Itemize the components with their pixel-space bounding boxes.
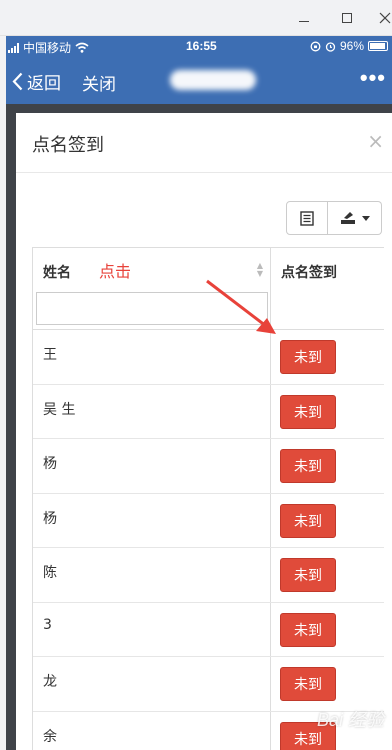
close-icon: [379, 12, 391, 24]
student-name: 陈: [33, 548, 271, 602]
roll-call-table: 姓名 ▲ ▼ 点名签到 王 未到 吴 生 未到 杨 未到 杨 未到 陈 未到 3…: [32, 247, 384, 750]
export-icon: [340, 212, 355, 224]
sign-cell: 未到: [271, 385, 385, 439]
back-label: 返回: [27, 74, 61, 93]
alarm-icon: [325, 41, 336, 52]
rotation-lock-icon: [310, 41, 321, 51]
close-link[interactable]: 关闭: [82, 70, 116, 95]
modal-header: 点名签到 ×: [16, 113, 392, 173]
toggle-view-button[interactable]: [286, 201, 328, 235]
name-column-header[interactable]: 姓名 ▲ ▼: [33, 248, 271, 330]
student-name: 杨: [33, 493, 271, 547]
status-left: 中国移动: [8, 39, 89, 56]
annotation-label: 点击: [99, 262, 132, 281]
student-name: 3: [33, 602, 271, 656]
table-row: 陈 未到: [33, 548, 384, 603]
more-menu-button[interactable]: •••: [360, 65, 386, 91]
window-titlebar: [0, 0, 392, 36]
window-close-button[interactable]: [372, 8, 392, 28]
sign-cell: 未到: [271, 439, 385, 493]
sign-cell: 未到: [271, 330, 385, 384]
export-button[interactable]: [328, 201, 382, 235]
sign-cell: 未到: [271, 494, 385, 548]
absent-button[interactable]: 未到: [280, 503, 336, 538]
absent-button[interactable]: 未到: [280, 612, 336, 647]
student-name: 王: [33, 330, 271, 384]
chevron-left-icon: [12, 72, 23, 91]
table-row: 龙 未到: [33, 657, 384, 712]
student-name: 龙: [33, 657, 271, 711]
clock: 16:55: [186, 39, 217, 53]
carrier-label: 中国移动: [23, 41, 72, 55]
page-title-redacted: [170, 70, 256, 90]
minimize-button[interactable]: [291, 8, 317, 28]
absent-button[interactable]: 未到: [280, 449, 336, 483]
signal-icon: [8, 42, 19, 53]
name-filter-input[interactable]: [36, 292, 268, 325]
table-row: 杨 未到: [33, 493, 385, 548]
name-column-label: 姓名: [43, 265, 71, 281]
absent-button[interactable]: 未到: [280, 340, 336, 374]
sort-icon[interactable]: ▲ ▼: [256, 262, 264, 278]
table-header: 姓名 ▲ ▼ 点名签到: [33, 248, 384, 330]
battery-icon: [368, 41, 388, 51]
sign-cell: 未到: [271, 548, 385, 602]
student-name: 吴 生: [33, 384, 271, 438]
minimize-icon: [299, 20, 309, 22]
chevron-down-icon: [361, 215, 370, 221]
back-button[interactable]: 返回: [12, 69, 61, 94]
modal-close-button[interactable]: ×: [367, 129, 384, 153]
nav-bar: 返回 关闭 •••: [6, 57, 392, 104]
phone-screen: 中国移动 16:55 96% 返回 关闭 ••• 点名签到 × 姓名 ▲ ▼ 点…: [6, 36, 392, 750]
table-toolbar: [286, 201, 382, 235]
student-name: 杨: [33, 439, 271, 493]
sign-cell: 未到: [271, 657, 385, 711]
sign-column-header: 点名签到: [271, 248, 385, 330]
student-name: 余: [33, 711, 271, 750]
watermark: Bai 经验: [316, 710, 384, 730]
modal-title: 点名签到: [32, 135, 104, 156]
wifi-icon: [75, 42, 89, 53]
maximize-button[interactable]: [334, 8, 360, 28]
sign-in-modal: 点名签到 × 姓名 ▲ ▼ 点名签到 王 未到 吴 生 未到 杨 未到 杨 未到…: [16, 113, 392, 750]
battery-percent: 96%: [339, 39, 364, 53]
absent-button[interactable]: 未到: [280, 558, 336, 592]
table-row: 3 未到: [33, 602, 385, 657]
status-bar: 中国移动 16:55 96%: [6, 36, 392, 57]
table-row: 王 未到: [33, 330, 384, 385]
list-icon: [300, 210, 314, 226]
sign-cell: 未到: [271, 603, 385, 657]
maximize-icon: [342, 13, 352, 23]
table-row: 吴 生 未到: [33, 384, 385, 439]
status-right: 96%: [310, 39, 388, 53]
absent-button[interactable]: 未到: [280, 394, 336, 429]
table-row: 杨 未到: [33, 439, 384, 494]
absent-button[interactable]: 未到: [280, 667, 336, 701]
sign-column-label: 点名签到: [281, 265, 337, 281]
